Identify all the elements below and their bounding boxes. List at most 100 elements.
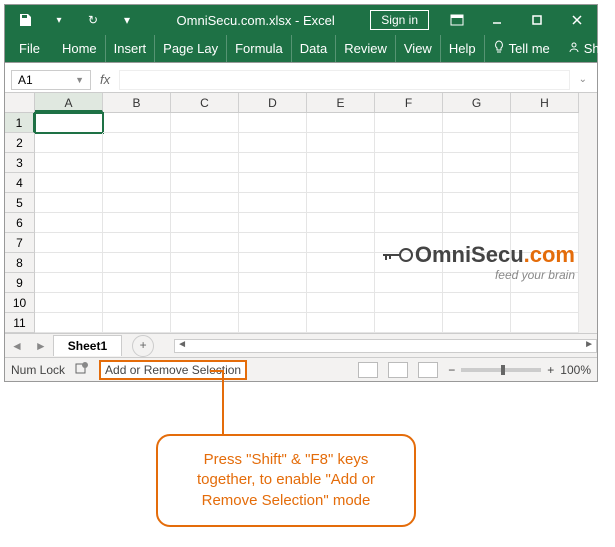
col-header-B[interactable]: B [103, 93, 171, 112]
cell[interactable] [239, 113, 307, 133]
cell[interactable] [443, 293, 511, 313]
cell[interactable] [511, 153, 579, 173]
tab-help[interactable]: Help [441, 35, 485, 62]
cell[interactable] [443, 173, 511, 193]
cell[interactable] [35, 193, 103, 213]
cell[interactable] [239, 273, 307, 293]
tab-insert[interactable]: Insert [106, 35, 156, 62]
cell[interactable] [307, 153, 375, 173]
cell[interactable] [375, 293, 443, 313]
cell[interactable] [171, 313, 239, 333]
cell[interactable] [171, 233, 239, 253]
cell[interactable] [171, 253, 239, 273]
cell[interactable] [443, 193, 511, 213]
cell[interactable] [103, 113, 171, 133]
tab-formulas[interactable]: Formula [227, 35, 292, 62]
cell[interactable] [375, 113, 443, 133]
cell[interactable] [375, 193, 443, 213]
col-header-D[interactable]: D [239, 93, 307, 112]
cell[interactable] [103, 133, 171, 153]
cell[interactable] [239, 173, 307, 193]
cell[interactable] [307, 113, 375, 133]
name-box[interactable]: A1 ▼ [11, 70, 91, 90]
cell[interactable] [103, 193, 171, 213]
cell[interactable] [239, 193, 307, 213]
cell[interactable] [171, 173, 239, 193]
row-header-8[interactable]: 8 [5, 253, 35, 273]
col-header-F[interactable]: F [375, 93, 443, 112]
tab-view[interactable]: View [396, 35, 441, 62]
cell[interactable] [171, 113, 239, 133]
sheet-nav-next-icon[interactable]: ► [29, 339, 53, 353]
cell[interactable] [511, 113, 579, 133]
cell-A1[interactable] [35, 113, 103, 133]
cell[interactable] [511, 293, 579, 313]
normal-view-icon[interactable] [358, 362, 378, 378]
row-header-2[interactable]: 2 [5, 133, 35, 153]
cell[interactable] [511, 133, 579, 153]
cell[interactable] [171, 193, 239, 213]
col-header-A[interactable]: A [35, 93, 103, 112]
row-header-5[interactable]: 5 [5, 193, 35, 213]
cell[interactable] [307, 133, 375, 153]
cell[interactable] [375, 133, 443, 153]
cell[interactable] [35, 213, 103, 233]
cell[interactable] [307, 313, 375, 333]
cell[interactable] [239, 253, 307, 273]
tab-file[interactable]: File [5, 35, 54, 62]
cell[interactable] [443, 153, 511, 173]
sheet-tab-sheet1[interactable]: Sheet1 [53, 335, 122, 356]
row-header-4[interactable]: 4 [5, 173, 35, 193]
row-header-6[interactable]: 6 [5, 213, 35, 233]
row-header-9[interactable]: 9 [5, 273, 35, 293]
cell[interactable] [443, 313, 511, 333]
col-header-E[interactable]: E [307, 93, 375, 112]
signin-button[interactable]: Sign in [370, 10, 429, 30]
cell[interactable] [35, 233, 103, 253]
cell[interactable] [375, 213, 443, 233]
cell[interactable] [443, 213, 511, 233]
zoom-slider[interactable] [461, 368, 541, 372]
zoom-level[interactable]: 100% [560, 363, 591, 377]
cell[interactable] [103, 273, 171, 293]
cell[interactable] [443, 113, 511, 133]
save-icon[interactable] [11, 6, 39, 34]
cell[interactable] [511, 193, 579, 213]
undo-dropdown-icon[interactable]: ▾ [45, 6, 73, 34]
cell[interactable] [375, 173, 443, 193]
cell[interactable] [35, 273, 103, 293]
cell[interactable] [171, 273, 239, 293]
cell[interactable] [171, 153, 239, 173]
sheet-nav-prev-icon[interactable]: ◄ [5, 339, 29, 353]
cell[interactable] [35, 293, 103, 313]
page-layout-view-icon[interactable] [388, 362, 408, 378]
cell[interactable] [35, 173, 103, 193]
cell[interactable] [239, 133, 307, 153]
zoom-in-button[interactable]: + [547, 363, 554, 377]
col-header-C[interactable]: C [171, 93, 239, 112]
select-all-corner[interactable] [5, 93, 35, 112]
cell[interactable] [171, 293, 239, 313]
cell[interactable] [103, 173, 171, 193]
cell[interactable] [35, 153, 103, 173]
cell[interactable] [103, 213, 171, 233]
cell[interactable] [239, 313, 307, 333]
row-header-10[interactable]: 10 [5, 293, 35, 313]
cell[interactable] [307, 293, 375, 313]
cell[interactable] [35, 313, 103, 333]
cell[interactable] [307, 213, 375, 233]
cell[interactable] [239, 233, 307, 253]
tab-home[interactable]: Home [54, 35, 106, 62]
cell[interactable] [375, 153, 443, 173]
cell[interactable] [103, 153, 171, 173]
cell-grid[interactable]: 1 2 3 4 5 6 7 8 9 10 11 [5, 113, 579, 333]
zoom-control[interactable]: − + 100% [448, 363, 591, 377]
cell[interactable] [443, 133, 511, 153]
horizontal-scrollbar[interactable] [174, 339, 597, 353]
row-header-7[interactable]: 7 [5, 233, 35, 253]
page-break-view-icon[interactable] [418, 362, 438, 378]
add-sheet-button[interactable]: + [132, 335, 154, 357]
cell[interactable] [239, 213, 307, 233]
cell[interactable] [103, 293, 171, 313]
cell[interactable] [307, 173, 375, 193]
